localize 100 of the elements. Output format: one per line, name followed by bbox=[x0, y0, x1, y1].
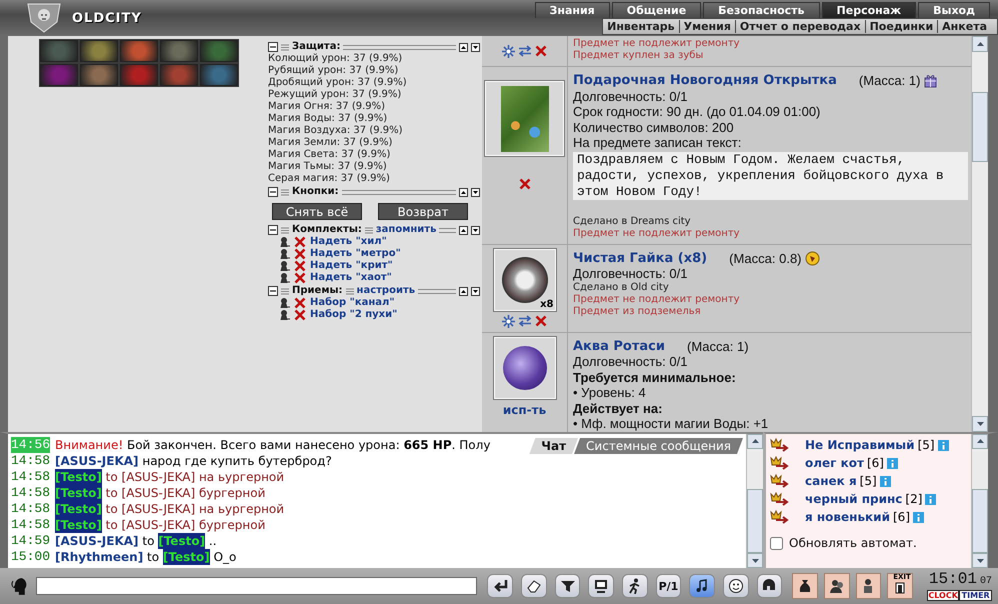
scroll-down-button[interactable] bbox=[747, 553, 763, 568]
toolbar-button[interactable] bbox=[554, 574, 580, 598]
menu-tab[interactable]: Персонаж bbox=[822, 2, 916, 18]
chat-tab[interactable]: Чат bbox=[529, 438, 578, 454]
set-link[interactable]: Надеть "крит" bbox=[310, 260, 393, 272]
move-down-icon[interactable] bbox=[471, 188, 480, 196]
item-slot-picture[interactable] bbox=[200, 40, 238, 62]
submenu-link[interactable]: Поединки bbox=[864, 20, 938, 33]
move-down-icon[interactable] bbox=[471, 226, 480, 234]
section-link[interactable]: запомнить bbox=[376, 224, 436, 236]
crown-arrow-icon[interactable] bbox=[770, 438, 790, 452]
scroll-thumb[interactable] bbox=[972, 92, 988, 162]
move-up-icon[interactable] bbox=[459, 286, 468, 296]
info-icon[interactable] bbox=[913, 512, 924, 522]
move-down-icon[interactable] bbox=[471, 42, 480, 52]
submenu-link[interactable]: Инвентарь bbox=[603, 20, 679, 33]
item-slot-picture[interactable] bbox=[80, 64, 118, 86]
set-link[interactable]: Набор "канал" bbox=[310, 297, 395, 309]
info-icon[interactable] bbox=[886, 458, 898, 468]
user-name[interactable]: [Rhythmeen] bbox=[55, 549, 144, 565]
submenu-link[interactable]: Отчет о переводах bbox=[734, 20, 865, 33]
user-name[interactable]: [Testo] bbox=[55, 517, 102, 533]
move-up-icon[interactable] bbox=[459, 188, 468, 196]
menu-tab[interactable]: Выход bbox=[918, 2, 990, 18]
user-name[interactable]: [ASUS-JEKA] bbox=[122, 501, 196, 517]
scroll-down-button[interactable] bbox=[972, 553, 988, 568]
collapse-icon[interactable] bbox=[268, 225, 278, 235]
delete-icon[interactable] bbox=[518, 178, 530, 190]
chat-tab[interactable]: Системные сообщения bbox=[574, 438, 743, 454]
delete-icon[interactable] bbox=[294, 309, 306, 321]
crown-arrow-icon[interactable] bbox=[770, 510, 790, 524]
chat-input-field[interactable] bbox=[36, 577, 478, 595]
panel-button[interactable]: Возврат bbox=[378, 203, 468, 220]
use-link[interactable]: исп-ть bbox=[502, 402, 546, 416]
delete-icon[interactable] bbox=[294, 236, 306, 248]
collapse-icon[interactable] bbox=[268, 187, 278, 197]
scrollbar[interactable] bbox=[971, 434, 988, 568]
crown-arrow-icon[interactable] bbox=[770, 492, 790, 506]
clock-mode-button[interactable]: CLOCK bbox=[926, 590, 960, 601]
collapse-icon[interactable] bbox=[268, 42, 278, 52]
send-button[interactable] bbox=[487, 574, 514, 598]
info-icon[interactable] bbox=[938, 440, 949, 450]
toolbar-button[interactable] bbox=[622, 574, 648, 598]
collapse-icon[interactable] bbox=[268, 286, 278, 296]
scroll-down-button[interactable] bbox=[972, 416, 988, 432]
quick-action-button[interactable] bbox=[824, 573, 850, 599]
info-icon[interactable] bbox=[925, 494, 936, 504]
user-name[interactable]: [ASUS-JEKA] bbox=[122, 485, 196, 501]
move-up-icon[interactable] bbox=[459, 42, 468, 52]
auto-refresh-checkbox[interactable] bbox=[770, 536, 783, 550]
user-name[interactable]: [ASUS-JEKA] bbox=[122, 517, 196, 533]
move-up-icon[interactable] bbox=[459, 226, 468, 234]
set-link[interactable]: Надеть "хаот" bbox=[310, 272, 392, 284]
crown-arrow-icon[interactable] bbox=[770, 456, 790, 470]
section-link[interactable]: настроить bbox=[356, 285, 416, 297]
item-slot-picture[interactable] bbox=[120, 40, 158, 62]
item-title[interactable]: Подарочная Новогодняя Открытка bbox=[573, 73, 837, 88]
quick-action-button[interactable] bbox=[792, 573, 818, 599]
scroll-up-button[interactable] bbox=[972, 434, 988, 449]
scroll-up-button[interactable] bbox=[747, 434, 763, 449]
item-slot-picture[interactable] bbox=[160, 64, 198, 86]
submenu-link[interactable]: Умения bbox=[678, 20, 735, 33]
info-icon[interactable] bbox=[880, 476, 891, 486]
toolbar-button[interactable] bbox=[588, 574, 614, 598]
quick-action-button[interactable] bbox=[856, 573, 882, 599]
item-slot-picture[interactable] bbox=[160, 40, 198, 62]
swap-arrows-icon[interactable] bbox=[518, 315, 532, 327]
menu-tab[interactable]: Безопасность bbox=[703, 2, 820, 18]
swap-arrows-icon[interactable] bbox=[518, 45, 532, 57]
delete-icon[interactable] bbox=[294, 272, 306, 284]
online-user-name[interactable]: черный принс bbox=[805, 490, 902, 508]
scroll-thumb[interactable] bbox=[747, 488, 763, 554]
gear-icon[interactable] bbox=[502, 314, 515, 328]
user-name[interactable]: [Testo] bbox=[55, 469, 102, 485]
delete-icon[interactable] bbox=[294, 260, 306, 272]
set-link[interactable]: Надеть "хил" bbox=[310, 236, 387, 248]
online-user-name[interactable]: олег кот bbox=[805, 454, 864, 472]
delete-icon[interactable] bbox=[535, 45, 547, 57]
toolbar-button[interactable] bbox=[722, 574, 749, 598]
online-user-name[interactable]: санек я bbox=[805, 472, 857, 490]
item-title[interactable]: Аква Ротаси bbox=[573, 338, 665, 354]
crown-arrow-icon[interactable] bbox=[770, 474, 790, 488]
menu-tab[interactable]: Знания bbox=[534, 2, 610, 18]
panel-button[interactable]: Снять всё bbox=[272, 203, 362, 220]
scrollbar[interactable] bbox=[746, 434, 763, 568]
toolbar-button[interactable] bbox=[521, 574, 547, 598]
gear-icon[interactable] bbox=[502, 44, 515, 58]
submenu-link[interactable]: Анкета bbox=[937, 20, 991, 33]
user-name[interactable]: [Testo] bbox=[158, 533, 206, 549]
online-user-name[interactable]: я новенький bbox=[805, 508, 890, 526]
item-title[interactable]: Чистая Гайка (x8) bbox=[573, 250, 708, 266]
item-slot-picture[interactable] bbox=[200, 64, 238, 86]
delete-icon[interactable] bbox=[535, 315, 547, 327]
toolbar-button[interactable] bbox=[689, 574, 715, 598]
move-down-icon[interactable] bbox=[471, 286, 480, 296]
scroll-up-button[interactable] bbox=[972, 36, 988, 52]
scroll-thumb[interactable] bbox=[972, 488, 988, 554]
scrollbar[interactable] bbox=[971, 36, 988, 432]
user-name[interactable]: [Testo] bbox=[55, 501, 102, 517]
delete-icon[interactable] bbox=[294, 297, 306, 309]
